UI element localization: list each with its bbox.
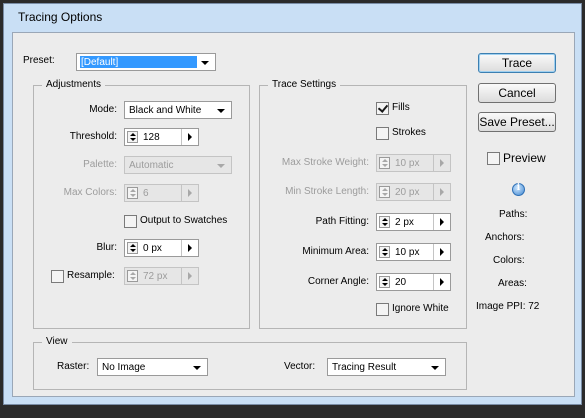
view-title: View — [42, 336, 72, 347]
ignore-white-label: Ignore White — [392, 303, 449, 314]
mode-label: Mode: — [89, 104, 117, 115]
chevron-down-icon — [431, 366, 439, 370]
chevron-right-icon[interactable] — [181, 268, 198, 284]
palette-label: Palette: — [83, 159, 117, 170]
corner-angle-value: 20 — [395, 277, 407, 288]
preset-value: [Default] — [81, 57, 119, 68]
chevron-right-icon[interactable] — [433, 184, 450, 200]
blur-value: 0 px — [143, 243, 162, 254]
info-icon: i — [512, 183, 525, 196]
raster-select[interactable]: No Image — [97, 358, 208, 376]
raster-value: No Image — [102, 362, 146, 373]
max-stroke-weight-field[interactable]: 10 px — [376, 154, 451, 172]
chevron-right-icon[interactable] — [181, 129, 198, 145]
spinner-icon[interactable] — [127, 270, 138, 282]
spinner-icon[interactable] — [127, 242, 138, 254]
chevron-right-icon[interactable] — [433, 155, 450, 171]
threshold-field[interactable]: 128 — [124, 128, 199, 146]
min-stroke-length-value: 20 px — [395, 187, 420, 198]
mode-select[interactable]: Black and White — [124, 101, 232, 119]
blur-label: Blur: — [96, 242, 117, 253]
colors-stat: Colors: — [493, 255, 525, 266]
chevron-down-icon — [217, 164, 225, 168]
tracing-options-dialog: Tracing Options Preset: [Default] Adjust… — [3, 3, 582, 405]
trace-settings-group: Trace Settings — [259, 79, 467, 329]
max-colors-label: Max Colors: — [63, 187, 117, 198]
resample-field[interactable]: 72 px — [124, 267, 199, 285]
vector-select[interactable]: Tracing Result — [327, 358, 446, 376]
resample-value: 72 px — [143, 271, 168, 282]
ignore-white-checkbox[interactable] — [376, 303, 389, 316]
path-fitting-field[interactable]: 2 px — [376, 213, 451, 231]
min-stroke-length-field[interactable]: 20 px — [376, 183, 451, 201]
strokes-checkbox[interactable] — [376, 127, 389, 140]
blur-field[interactable]: 0 px — [124, 239, 199, 257]
adjustments-title: Adjustments — [42, 79, 106, 90]
trace-button[interactable]: Trace — [478, 53, 556, 73]
spinner-icon[interactable] — [127, 187, 138, 199]
spinner-icon[interactable] — [127, 131, 138, 143]
chevron-down-icon — [193, 366, 201, 370]
image-ppi-stat: Image PPI: 72 — [476, 301, 540, 312]
preset-select[interactable]: [Default] — [76, 53, 216, 71]
path-fitting-value: 2 px — [395, 217, 414, 228]
minimum-area-label: Minimum Area: — [302, 246, 369, 257]
raster-label: Raster: — [57, 361, 90, 372]
paths-stat: Paths: — [499, 209, 528, 220]
title-bar[interactable]: Tracing Options — [4, 4, 581, 32]
min-stroke-length-label: Min Stroke Length: — [285, 186, 369, 197]
vector-label: Vector: — [284, 361, 316, 372]
dialog-title: Tracing Options — [18, 10, 103, 24]
preview-checkbox[interactable] — [487, 152, 500, 165]
spinner-icon[interactable] — [379, 186, 390, 198]
spinner-icon[interactable] — [379, 157, 390, 169]
trace-settings-title: Trace Settings — [268, 79, 341, 90]
spinner-icon[interactable] — [379, 246, 390, 258]
max-stroke-weight-label: Max Stroke Weight: — [281, 157, 369, 168]
mode-value: Black and White — [129, 105, 202, 116]
adjustments-group: Adjustments — [33, 79, 250, 329]
chevron-down-icon — [201, 61, 209, 65]
chevron-right-icon[interactable] — [433, 214, 450, 230]
fills-checkbox[interactable] — [376, 102, 389, 115]
strokes-label: Strokes — [392, 127, 426, 138]
chevron-right-icon[interactable] — [181, 240, 198, 256]
chevron-down-icon — [217, 109, 225, 113]
output-to-swatches-label: Output to Swatches — [140, 215, 228, 226]
max-colors-value: 6 — [143, 188, 149, 199]
path-fitting-label: Path Fitting: — [315, 216, 369, 227]
palette-value: Automatic — [129, 160, 174, 171]
threshold-label: Threshold: — [69, 131, 117, 142]
resample-checkbox[interactable] — [51, 270, 64, 283]
output-to-swatches-checkbox[interactable] — [124, 215, 137, 228]
preview-label: Preview — [503, 151, 546, 165]
corner-angle-label: Corner Angle: — [307, 276, 369, 287]
preset-label: Preset: — [23, 55, 55, 66]
areas-stat: Areas: — [498, 278, 527, 289]
spinner-icon[interactable] — [379, 216, 390, 228]
vector-value: Tracing Result — [332, 362, 397, 373]
palette-select[interactable]: Automatic — [124, 156, 232, 174]
save-preset-button[interactable]: Save Preset... — [478, 112, 556, 132]
fills-label: Fills — [392, 102, 410, 113]
minimum-area-value: 10 px — [395, 247, 420, 258]
chevron-right-icon[interactable] — [181, 185, 198, 201]
resample-label: Resample: — [67, 270, 115, 281]
minimum-area-field[interactable]: 10 px — [376, 243, 451, 261]
cancel-button[interactable]: Cancel — [478, 83, 556, 103]
max-stroke-weight-value: 10 px — [395, 158, 420, 169]
chevron-right-icon[interactable] — [433, 274, 450, 290]
threshold-value: 128 — [143, 132, 160, 143]
dialog-body: Preset: [Default] Adjustments Mode: Blac… — [12, 32, 575, 397]
max-colors-field[interactable]: 6 — [124, 184, 199, 202]
spinner-icon[interactable] — [379, 276, 390, 288]
corner-angle-field[interactable]: 20 — [376, 273, 451, 291]
anchors-stat: Anchors: — [485, 232, 525, 243]
chevron-right-icon[interactable] — [433, 244, 450, 260]
